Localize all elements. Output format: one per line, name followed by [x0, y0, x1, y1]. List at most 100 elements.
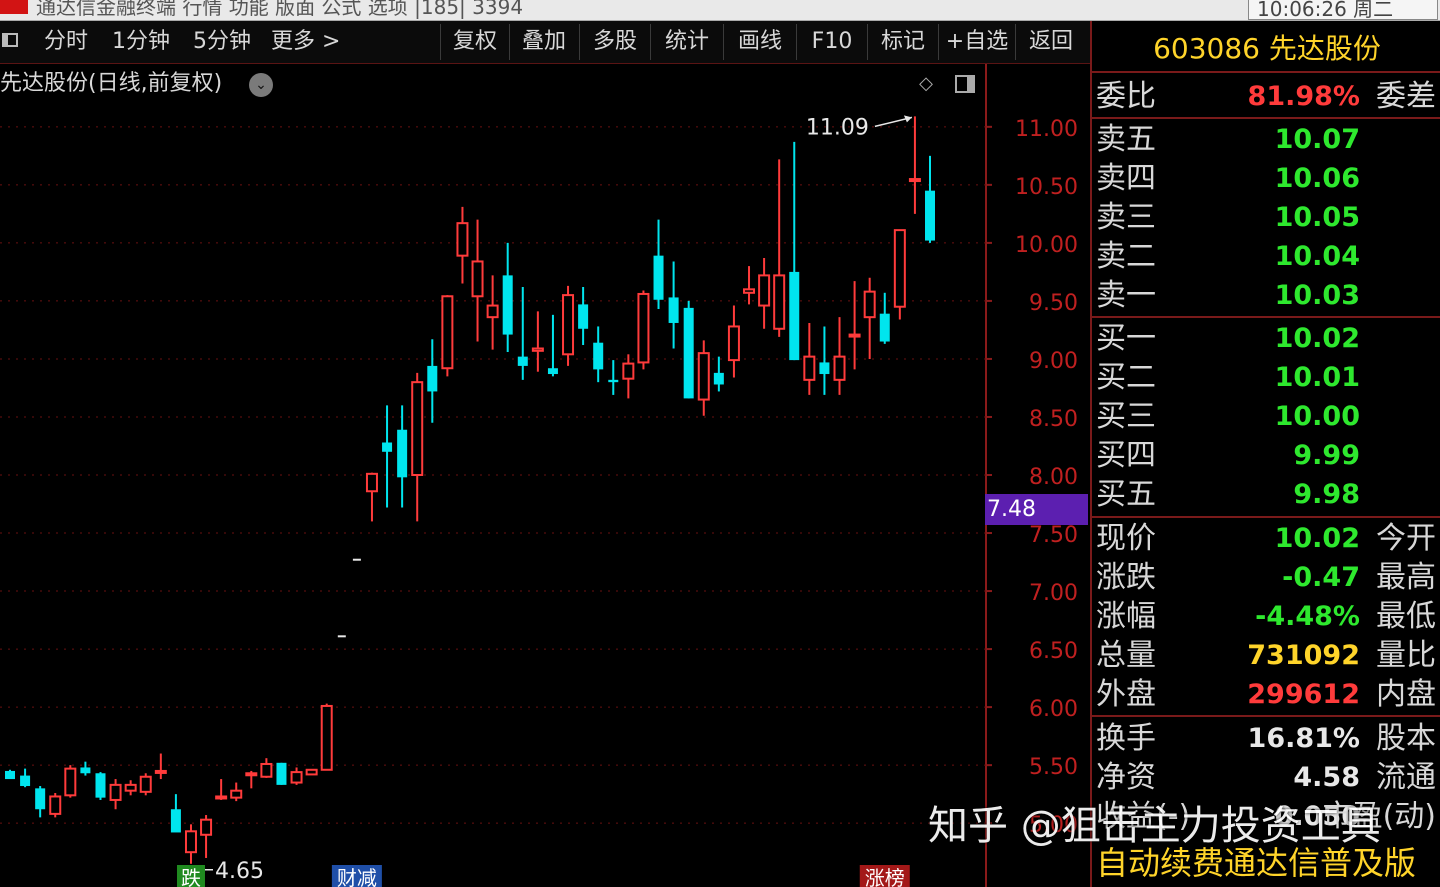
draw-line-button[interactable]: 画线 [724, 24, 797, 60]
stat-label2: 最低 [1376, 599, 1436, 634]
candle-body-up [124, 783, 137, 792]
candle-body-down [925, 190, 935, 241]
event-marker-label: 跌 [181, 866, 201, 887]
multi-stock-button[interactable]: 多股 [580, 24, 651, 60]
candle-body-up [290, 771, 303, 784]
candle-body-down [382, 442, 393, 452]
weicha-label: 委差 [1376, 79, 1436, 114]
stat-label: 外盘 [1096, 677, 1156, 712]
add-watchlist-button[interactable]: +自选 [939, 24, 1016, 60]
weibi-label: 委比 [1096, 79, 1156, 114]
event-marker-label: 财减 [337, 866, 377, 887]
back-button[interactable]: 返回 [1016, 24, 1086, 60]
sell-level-value: 10.07 [1274, 124, 1360, 155]
candle-body-down [80, 767, 91, 774]
candle-body-down [653, 255, 664, 300]
sell-level-label: 卖二 [1096, 239, 1156, 274]
title-bar: 通达信金融终端 行情 功能 版面 公式 选项 |185| 3394 10:06:… [0, 0, 1440, 21]
period-5min[interactable]: 5分钟 [193, 21, 251, 63]
sell-level-label: 卖四 [1096, 161, 1156, 196]
low-price-label: 4.65 [215, 859, 264, 884]
candle-body-down [668, 297, 679, 323]
stat-label2: 内盘 [1376, 677, 1436, 712]
f10-button[interactable]: F10 [797, 24, 868, 60]
y-tick-label: 11.00 [1015, 117, 1078, 142]
y-tick-label: 7.50 [1029, 523, 1078, 548]
sell-level-row: 卖四 10.06 [1092, 159, 1440, 198]
candle-body-up [743, 288, 756, 294]
stat2-row: 净资 4.58 流通 [1092, 758, 1440, 797]
sell-level-value: 10.04 [1274, 241, 1360, 272]
candle-body-down [879, 313, 890, 342]
buy-level-value: 9.99 [1293, 440, 1360, 471]
panel-toggle-icon[interactable] [2, 33, 18, 47]
sell-level-row: 卖五 10.07 [1092, 120, 1440, 159]
clock-display: 10:06:26 周二 [1248, 0, 1438, 20]
candle-body-up [471, 260, 484, 298]
candle-body-down [547, 368, 558, 375]
high-price-label: 11.09 [806, 115, 869, 140]
candle-body-up [637, 292, 650, 364]
buy-level-value: 9.98 [1293, 479, 1360, 510]
y-tick-label: 8.00 [1029, 465, 1078, 490]
candle-body-up [320, 704, 333, 771]
quote-panel: 603086 先达股份 委比 81.98% 委差 卖五 10.07 卖四 10.06 卖… [1090, 21, 1440, 887]
stat-label2: 最高 [1376, 560, 1436, 595]
top-menu-strip[interactable]: 通达信金融终端 行情 功能 版面 公式 选项 |185| 3394 [36, 0, 523, 20]
buy-level-row: 买四 9.99 [1092, 436, 1440, 475]
buy-level-label: 买四 [1096, 438, 1156, 473]
candle-body-down [170, 809, 181, 833]
candle-body-up [863, 290, 876, 319]
stat-value: 10.02 [1274, 523, 1360, 554]
watermark: 知乎 @狙击主力投资工具 [928, 803, 1381, 849]
weibi-row: 委比 81.98% 委差 [1092, 77, 1440, 116]
candle-body-up [64, 767, 77, 797]
candle-body-down [35, 788, 46, 810]
buy-level-row: 买五 9.98 [1092, 475, 1440, 514]
y-tick-label: 6.00 [1029, 697, 1078, 722]
chart-toolbar: 分时 1分钟 5分钟 更多 > 复权 叠加 多股 统计 画线 F10 标记 +自… [0, 21, 1090, 64]
mark-button[interactable]: 标记 [868, 24, 939, 60]
stat2-row: 换手 16.81% 股本 [1092, 719, 1440, 758]
period-1min[interactable]: 1分钟 [112, 21, 170, 63]
current-price-badge: 7.48 [985, 494, 1088, 525]
candle-body-up [833, 355, 846, 381]
candle-body-up [411, 381, 424, 477]
candle-body-down [427, 365, 438, 392]
kline-chart[interactable]: 11.00 10.50 10.00 9.50 9.00 8.50 8.00 7.50 7.00 6… [0, 64, 1090, 887]
buy-level-label: 买二 [1096, 360, 1156, 395]
candle-body-up [848, 333, 861, 338]
overlay-button[interactable]: 叠加 [509, 24, 580, 60]
candle-body-up [441, 295, 454, 370]
period-more[interactable]: 更多 > [271, 21, 340, 63]
y-tick-label: 10.50 [1015, 175, 1078, 200]
stat-value: 299612 [1247, 679, 1360, 710]
sell-level-row: 卖一 10.03 [1092, 276, 1440, 315]
candle-body-up [697, 352, 710, 401]
stat-value: -0.47 [1282, 562, 1360, 593]
candle-body-up [622, 362, 635, 380]
buy-level-value: 10.02 [1274, 323, 1360, 354]
candle-body-up [486, 304, 499, 319]
stat2-label2: 股本 [1376, 721, 1436, 756]
app-logo-icon [0, 0, 28, 14]
sell-level-row: 卖三 10.05 [1092, 198, 1440, 237]
candle-body-down [502, 275, 513, 335]
candle-body-down [5, 770, 15, 780]
statistics-button[interactable]: 统计 [651, 24, 724, 60]
period-fenshi[interactable]: 分时 [44, 21, 88, 63]
buy-level-value: 10.01 [1274, 362, 1360, 393]
candle-body-up [245, 772, 258, 777]
candle-body-down [397, 429, 408, 478]
candle-body-down [20, 775, 31, 787]
candle-body-up [365, 472, 378, 493]
stock-code-name[interactable]: 603086 先达股份 [1092, 21, 1440, 73]
stat-label: 总量 [1096, 638, 1156, 673]
candle-body-up [49, 795, 62, 815]
candle-body-up [803, 355, 816, 381]
stat-label: 涨幅 [1096, 599, 1156, 634]
y-tick-label: 9.50 [1029, 291, 1078, 316]
divider [1092, 516, 1440, 518]
buy-level-row: 买一 10.02 [1092, 319, 1440, 358]
fuquan-button[interactable]: 复权 [440, 24, 510, 60]
